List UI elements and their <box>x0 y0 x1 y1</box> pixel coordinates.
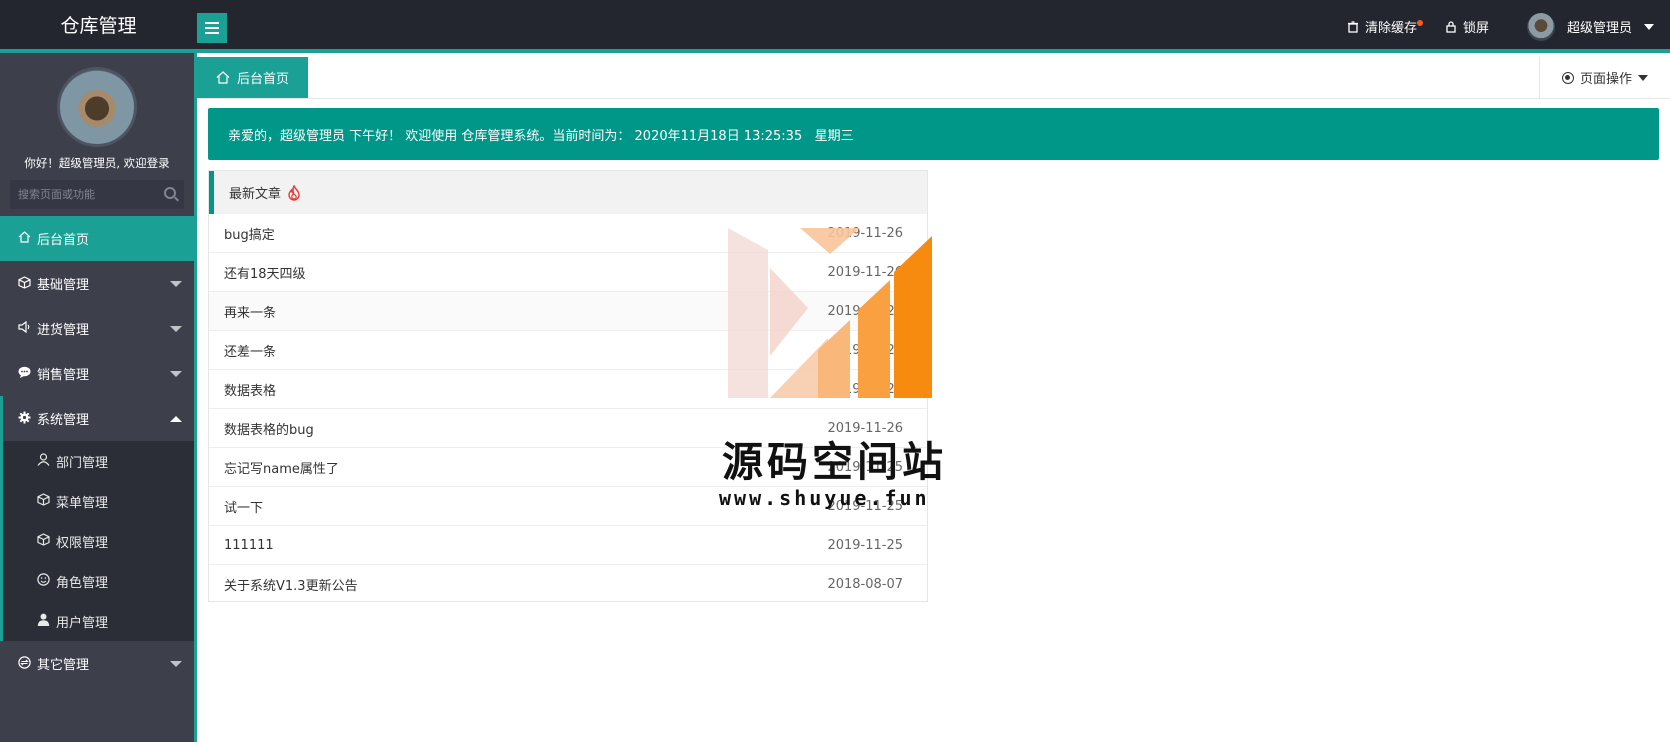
tab-home-label: 后台首页 <box>236 72 289 87</box>
gear-icon <box>17 411 31 427</box>
user-icon <box>36 453 50 469</box>
notification-dot <box>1416 20 1423 26</box>
search-input[interactable] <box>10 180 184 209</box>
cube-icon <box>36 533 50 549</box>
article-title: bug搞定 <box>224 227 275 243</box>
sidebar-item-label: 菜单管理 <box>56 495 109 511</box>
hamburger-icon-line <box>205 27 219 29</box>
sidebar-item-label: 进货管理 <box>37 323 90 338</box>
sidebar: 你好！超级管理员, 欢迎登录 后台首页 基础管理 进货管理 <box>0 53 197 742</box>
profile-avatar[interactable] <box>57 67 137 147</box>
avatar <box>1526 12 1555 41</box>
smile-icon <box>36 573 50 589</box>
list-item[interactable]: 关于系统V1.3更新公告 2018-08-07 <box>209 565 927 604</box>
chevron-down-icon <box>170 326 182 332</box>
person-icon <box>36 613 50 629</box>
sidebar-item-other[interactable]: 其它管理 <box>0 641 194 686</box>
menu-toggle-button[interactable] <box>197 13 227 43</box>
welcome-banner: 亲爱的，超级管理员 下午好！ 欢迎使用 仓库管理系统。当前时间为： 2020年1… <box>208 108 1659 160</box>
sidebar-item-label: 基础管理 <box>37 278 90 293</box>
sidebar-profile: 你好！超级管理员, 欢迎登录 <box>0 53 194 180</box>
clear-cache-label: 清除缓存 <box>1364 21 1417 36</box>
sidebar-item-label: 销售管理 <box>37 368 90 383</box>
search-icon[interactable] <box>164 187 176 199</box>
hamburger-icon-line <box>205 32 219 34</box>
chat-icon <box>17 366 31 381</box>
app-logo[interactable]: 仓库管理 <box>0 0 197 53</box>
chevron-down-icon <box>170 281 182 287</box>
card-header: 最新文章 <box>209 171 927 214</box>
article-title: 试一下 <box>224 500 264 516</box>
sidebar-item-system[interactable]: 系统管理 <box>0 396 194 441</box>
top-right-toolbar: 清除缓存 锁屏 超级管理员 <box>1333 0 1670 53</box>
chevron-up-icon <box>170 416 182 422</box>
speaker-icon <box>17 320 31 336</box>
sidebar-item-label: 部门管理 <box>56 455 109 471</box>
welcome-text: 你好！超级管理员, 欢迎登录 <box>24 156 170 170</box>
sidebar-submenu-system: 部门管理 菜单管理 权限管理 角色管理 用户管理 <box>0 441 194 641</box>
chevron-down-icon <box>170 371 182 377</box>
tab-bar: 后台首页 页面操作 <box>197 57 1670 99</box>
sidebar-item-label: 其它管理 <box>37 658 90 673</box>
article-date: 2018-08-07 <box>827 577 903 592</box>
sidebar-item-label: 系统管理 <box>37 413 90 428</box>
sidebar-item-sales[interactable]: 销售管理 <box>0 351 194 396</box>
chevron-down-icon <box>1638 74 1648 81</box>
sidebar-item-department[interactable]: 部门管理 <box>3 441 194 481</box>
user-menu[interactable]: 超级管理员 <box>1503 0 1670 53</box>
watermark-logo-icon <box>728 228 932 398</box>
article-title: 还有18天四级 <box>224 266 306 282</box>
sidebar-item-label: 后台首页 <box>37 233 90 248</box>
article-title: 数据表格的bug <box>224 422 314 438</box>
sidebar-item-label: 权限管理 <box>56 535 109 551</box>
sidebar-item-purchase[interactable]: 进货管理 <box>0 306 194 351</box>
sidebar-item-user[interactable]: 用户管理 <box>3 601 194 641</box>
sidebar-nav: 后台首页 基础管理 进货管理 销售管理 系统管理 部门管理 菜单管理 权限管理 … <box>0 216 194 686</box>
welcome-banner-text: 亲爱的，超级管理员 下午好！ 欢迎使用 仓库管理系统。当前时间为： 2020年1… <box>228 128 854 144</box>
page-operations-label: 页面操作 <box>1579 72 1632 87</box>
cube-icon <box>17 275 31 292</box>
card-title: 最新文章 <box>229 187 282 202</box>
sidebar-item-permission[interactable]: 权限管理 <box>3 521 194 561</box>
article-title: 关于系统V1.3更新公告 <box>224 579 358 594</box>
clear-cache-button[interactable]: 清除缓存 <box>1333 0 1431 53</box>
chevron-down-icon <box>170 661 182 667</box>
sidebar-item-home[interactable]: 后台首页 <box>0 216 194 261</box>
top-header: 仓库管理 清除缓存 锁屏 超级管理员 <box>0 0 1670 53</box>
home-icon <box>216 71 230 84</box>
article-title: 111111 <box>224 537 274 553</box>
page-operations-dropdown[interactable]: 页面操作 <box>1539 57 1670 98</box>
cube-icon <box>36 493 50 509</box>
fire-icon <box>288 184 300 201</box>
lock-screen-label: 锁屏 <box>1462 21 1489 36</box>
article-date: 2019-11-25 <box>827 537 903 553</box>
sidebar-item-role[interactable]: 角色管理 <box>3 561 194 601</box>
lock-icon <box>1446 21 1456 33</box>
article-title: 还差一条 <box>224 344 277 360</box>
exchange-icon <box>17 655 31 672</box>
user-name: 超级管理员 <box>1566 21 1632 36</box>
sidebar-search <box>10 180 184 209</box>
sidebar-item-basic[interactable]: 基础管理 <box>0 261 194 306</box>
chevron-down-icon <box>1644 23 1654 30</box>
lock-screen-button[interactable]: 锁屏 <box>1431 0 1503 53</box>
target-icon <box>1561 71 1574 84</box>
trash-icon <box>1347 20 1358 33</box>
sidebar-item-menu[interactable]: 菜单管理 <box>3 481 194 521</box>
article-title: 数据表格 <box>224 383 277 399</box>
watermark-url: www.shuyue.fun <box>719 486 930 510</box>
watermark-name: 源码空间站 <box>722 438 947 486</box>
list-item[interactable]: 111111 2019-11-25 <box>209 526 927 565</box>
hamburger-icon-line <box>205 22 219 24</box>
article-title: 再来一条 <box>224 305 277 321</box>
article-title: 忘记写name属性了 <box>224 461 339 477</box>
home-icon <box>17 231 31 246</box>
tab-home[interactable]: 后台首页 <box>197 57 308 98</box>
sidebar-item-label: 用户管理 <box>56 615 109 631</box>
sidebar-item-label: 角色管理 <box>56 575 109 591</box>
